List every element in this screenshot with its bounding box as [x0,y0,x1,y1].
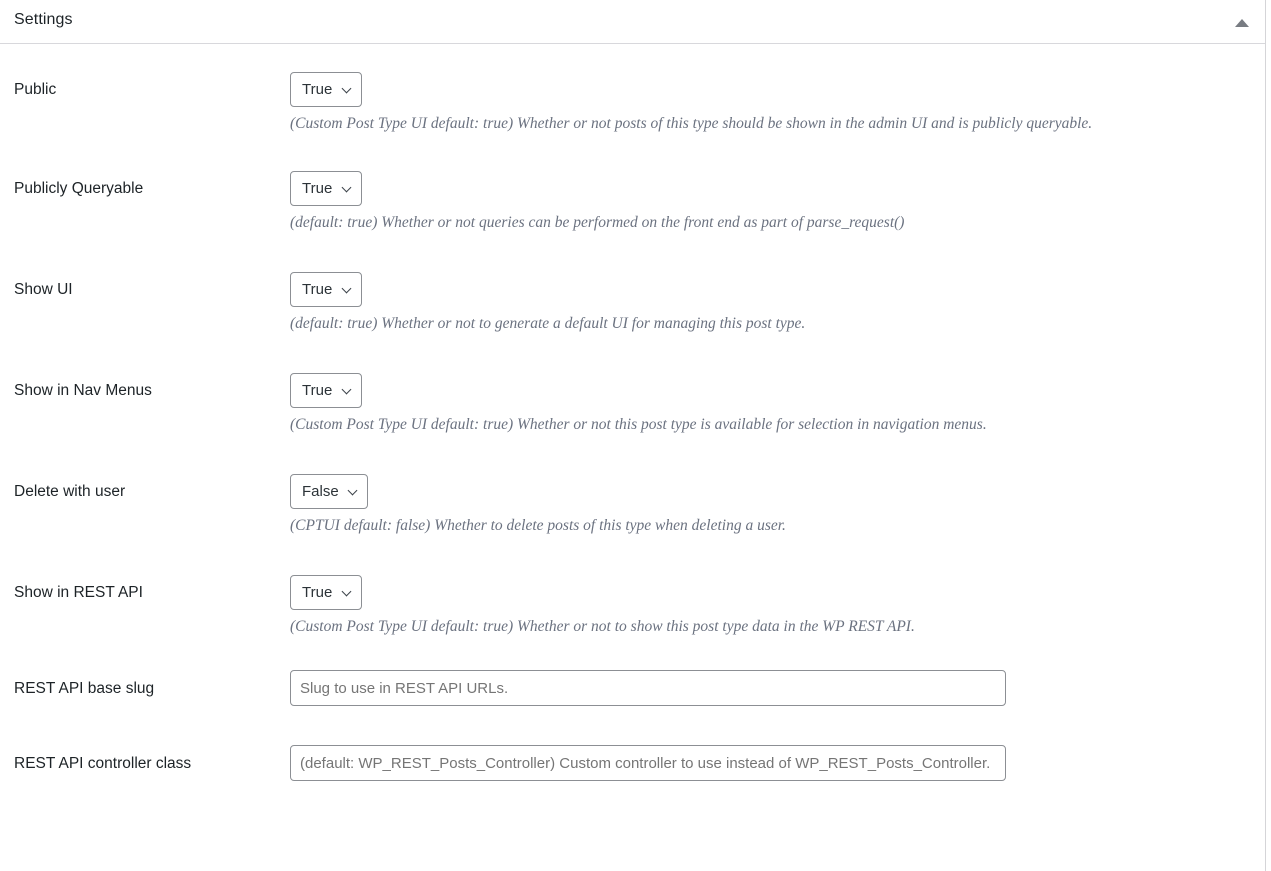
rest-api-controller-class-input[interactable] [290,745,1006,781]
select-show-in-rest-api[interactable]: True [290,575,362,610]
field-control-delete-with-user: False (CPTUI default: false) Whether to … [290,474,1265,537]
field-description-public: (Custom Post Type UI default: true) Whet… [290,115,1093,132]
field-control-show-in-nav-menus: True (Custom Post Type UI default: true)… [290,373,1265,436]
field-control-rest-api-base-slug [290,670,1265,706]
field-control-show-ui: True (default: true) Whether or not to g… [290,272,1265,335]
select-wrap-delete-with-user: False [290,474,368,509]
field-label-delete-with-user: Delete with user [14,483,126,500]
select-delete-with-user[interactable]: False [290,474,368,509]
field-row-show-ui: Show UI True (default: true) Whether or … [0,272,1265,335]
select-show-in-nav-menus[interactable]: True [290,373,362,408]
field-label-show-in-nav-menus: Show in Nav Menus [14,382,152,399]
select-wrap-public: True [290,72,362,107]
field-label-public: Public [14,81,57,98]
field-description-publicly-queryable: (default: true) Whether or not queries c… [290,214,905,231]
field-description-delete-with-user: (CPTUI default: false) Whether to delete… [290,517,786,534]
field-control-show-in-rest-api: True (Custom Post Type UI default: true)… [290,575,1265,638]
field-description-show-ui: (default: true) Whether or not to genera… [290,315,806,332]
field-label-publicly-queryable: Publicly Queryable [14,180,144,197]
field-control-publicly-queryable: True (default: true) Whether or not quer… [290,171,1265,234]
field-label-show-in-rest-api: Show in REST API [14,584,143,601]
field-row-rest-api-controller-class: REST API controller class [0,745,1265,781]
settings-form: Public True (Custom Post Type UI default… [0,72,1265,781]
field-description-show-in-rest-api: (Custom Post Type UI default: true) Whet… [290,618,915,635]
field-label-rest-api-controller-class: REST API controller class [14,755,192,772]
field-row-public: Public True (Custom Post Type UI default… [0,72,1265,135]
select-publicly-queryable[interactable]: True [290,171,362,206]
field-row-show-in-nav-menus: Show in Nav Menus True (Custom Post Type… [0,373,1265,436]
field-row-show-in-rest-api: Show in REST API True (Custom Post Type … [0,575,1265,638]
select-show-ui[interactable]: True [290,272,362,307]
select-wrap-publicly-queryable: True [290,171,362,206]
select-public[interactable]: True [290,72,362,107]
panel-header: Settings [0,0,1265,44]
field-label-rest-api-base-slug: REST API base slug [14,680,155,697]
rest-api-base-slug-input[interactable] [290,670,1006,706]
field-control-public: True (Custom Post Type UI default: true)… [290,72,1265,135]
select-wrap-show-in-nav-menus: True [290,373,362,408]
field-description-show-in-nav-menus: (Custom Post Type UI default: true) Whet… [290,416,987,433]
field-control-rest-api-controller-class [290,745,1265,781]
field-row-publicly-queryable: Publicly Queryable True (default: true) … [0,171,1265,234]
select-wrap-show-in-rest-api: True [290,575,362,610]
page-title: Settings [14,11,73,28]
field-row-rest-api-base-slug: REST API base slug [0,670,1265,706]
field-label-show-ui: Show UI [14,281,73,298]
select-wrap-show-ui: True [290,272,362,307]
caret-up-glyph [1235,19,1249,27]
field-row-delete-with-user: Delete with user False (CPTUI default: f… [0,474,1265,537]
caret-up-icon[interactable] [1233,14,1251,32]
settings-panel: Settings Public True (Custom Post Type U… [0,0,1266,871]
